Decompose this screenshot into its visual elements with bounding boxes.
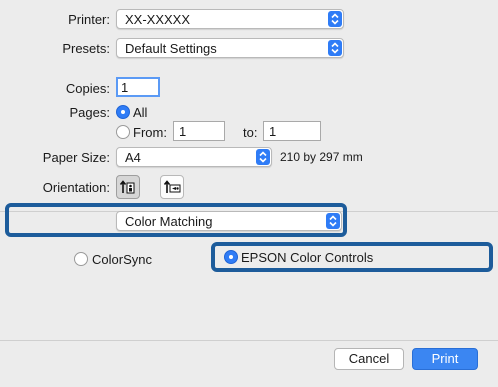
paper-size-label: Paper Size:	[42, 150, 110, 165]
colorsync-label: ColorSync	[92, 252, 152, 267]
presets-popup[interactable]: Default Settings	[116, 38, 344, 58]
pages-all-label: All	[133, 105, 148, 120]
paper-size-value: A4	[125, 150, 141, 165]
print-button[interactable]: Print	[412, 348, 478, 370]
presets-value: Default Settings	[125, 41, 217, 56]
printer-value: XX-XXXXX	[125, 12, 191, 27]
printer-label: Printer:	[68, 12, 110, 27]
footer-separator	[0, 340, 498, 341]
pages-from-field[interactable]: 1	[173, 121, 225, 141]
chevron-updown-icon	[328, 40, 342, 56]
epson-color-controls-label: EPSON Color Controls	[241, 250, 374, 265]
presets-label: Presets:	[62, 41, 110, 56]
paper-size-popup[interactable]: A4	[116, 147, 272, 167]
chevron-updown-icon	[256, 149, 270, 165]
print-dialog: Printer: XX-XXXXX Presets: Default Setti…	[0, 0, 498, 387]
pages-to-value: 1	[269, 124, 277, 139]
landscape-orientation-button[interactable]	[160, 175, 184, 199]
printer-popup[interactable]: XX-XXXXX	[116, 9, 344, 29]
pages-to-field[interactable]: 1	[263, 121, 321, 141]
chevron-updown-icon	[326, 213, 340, 229]
cancel-button[interactable]: Cancel	[334, 348, 404, 370]
colorsync-radio[interactable]	[74, 252, 88, 266]
pages-from-radio[interactable]	[116, 125, 130, 139]
pages-all-radio[interactable]	[116, 105, 130, 119]
copies-label: Copies:	[65, 81, 110, 96]
portrait-icon	[117, 180, 139, 201]
pages-from-value: 1	[179, 124, 187, 139]
epson-color-controls-radio[interactable]	[224, 250, 238, 264]
chevron-updown-icon	[328, 11, 342, 27]
pane-select-value: Color Matching	[125, 214, 213, 229]
portrait-orientation-button[interactable]	[116, 175, 140, 199]
pages-to-label: to:	[243, 125, 258, 140]
pages-label: Pages:	[69, 105, 110, 120]
copies-value: 1	[121, 80, 129, 95]
orientation-label: Orientation:	[42, 180, 110, 195]
pages-from-label: From:	[133, 125, 167, 140]
landscape-icon	[161, 180, 183, 201]
pane-select-popup[interactable]: Color Matching	[116, 211, 342, 231]
copies-field[interactable]: 1	[116, 77, 160, 97]
paper-dimensions: 210 by 297 mm	[280, 150, 363, 164]
